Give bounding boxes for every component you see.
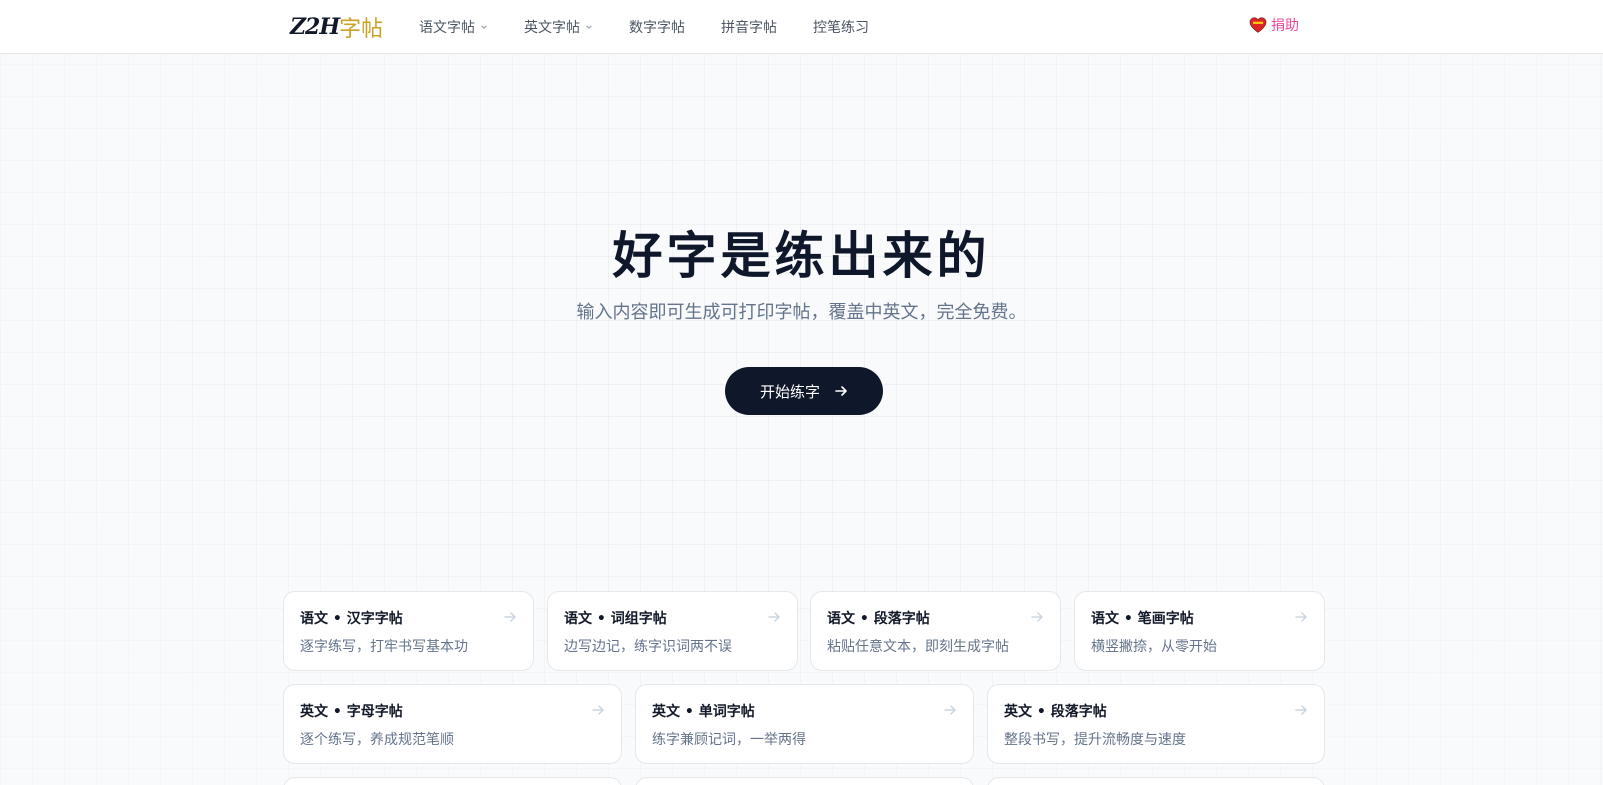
- cta-label: 开始练字: [759, 382, 820, 401]
- card-english-words[interactable]: 英文 • 单词字帖 练字兼顾记词，一举两得: [635, 684, 974, 764]
- nav-item-chinese[interactable]: 语文字帖: [419, 17, 488, 37]
- card-title: 语文 • 汉字字帖: [300, 611, 403, 627]
- card-partial[interactable]: [987, 777, 1325, 785]
- card-chinese-phrases[interactable]: 语文 • 词组字帖 边写边记，练字识词两不误: [547, 591, 798, 671]
- card-english-paragraphs[interactable]: 英文 • 段落字帖 整段书写，提升流畅度与速度: [987, 684, 1325, 764]
- main-nav: 语文字帖 英文字帖 数字字帖 拼音字帖 控笔练习: [419, 0, 905, 54]
- card-title: 英文 • 字母字帖: [300, 704, 403, 720]
- nav-item-label: 语文字帖: [419, 20, 475, 36]
- nav-item-pinyin[interactable]: 拼音字帖: [721, 17, 777, 37]
- site-logo[interactable]: Z2H 字帖: [290, 13, 384, 42]
- logo-mark: Z2H: [290, 14, 340, 40]
- card-description: 边写边记，练字识词两不误: [564, 639, 732, 655]
- card-chinese-paragraphs[interactable]: 语文 • 段落字帖 粘贴任意文本，即刻生成字帖: [810, 591, 1061, 671]
- top-navbar: Z2H 字帖 语文字帖 英文字帖 数字字帖 拼音字帖 控笔练习 捐助: [0, 0, 1603, 54]
- chevron-down-icon: [586, 25, 592, 29]
- card-partial[interactable]: [635, 777, 974, 785]
- card-description: 粘贴任意文本，即刻生成字帖: [827, 639, 1009, 655]
- arrow-right-icon: [944, 705, 956, 715]
- heart-icon: [1249, 17, 1267, 33]
- arrow-right-icon: [504, 612, 516, 622]
- nav-item-pen-control[interactable]: 控笔练习: [813, 17, 869, 37]
- card-description: 横竖撇捺，从零开始: [1091, 639, 1217, 655]
- start-practice-button[interactable]: 开始练字: [725, 367, 883, 415]
- nav-item-label: 控笔练习: [813, 20, 869, 36]
- card-title: 语文 • 段落字帖: [827, 611, 930, 627]
- chevron-down-icon: [481, 25, 487, 29]
- hero-subtitle: 输入内容即可生成可打印字帖，覆盖中英文，完全免费。: [576, 302, 1027, 323]
- nav-item-numbers[interactable]: 数字字帖: [629, 17, 685, 37]
- card-title: 英文 • 单词字帖: [652, 704, 755, 720]
- logo-suffix: 字帖: [339, 17, 384, 42]
- arrow-right-icon: [1295, 612, 1307, 622]
- arrow-right-icon: [1295, 705, 1307, 715]
- card-title: 语文 • 词组字帖: [564, 611, 667, 627]
- arrow-right-icon: [592, 705, 604, 715]
- nav-item-english[interactable]: 英文字帖: [524, 17, 593, 37]
- donate-label: 捐助: [1271, 18, 1299, 34]
- card-title: 英文 • 段落字帖: [1004, 704, 1107, 720]
- nav-item-label: 数字字帖: [629, 20, 685, 36]
- card-description: 逐字练写，打牢书写基本功: [300, 639, 468, 655]
- donate-link[interactable]: 捐助: [1249, 15, 1299, 35]
- card-partial[interactable]: [283, 777, 622, 785]
- hero-title: 好字是练出来的: [612, 227, 991, 285]
- card-description: 整段书写，提升流畅度与速度: [1004, 732, 1186, 748]
- card-chinese-strokes[interactable]: 语文 • 笔画字帖 横竖撇捺，从零开始: [1074, 591, 1325, 671]
- arrow-right-icon: [835, 386, 847, 396]
- nav-item-label: 拼音字帖: [721, 20, 777, 36]
- card-title: 语文 • 笔画字帖: [1091, 611, 1194, 627]
- card-english-letters[interactable]: 英文 • 字母字帖 逐个练写，养成规范笔顺: [283, 684, 622, 764]
- arrow-right-icon: [1031, 612, 1043, 622]
- arrow-right-icon: [768, 612, 780, 622]
- card-description: 练字兼顾记词，一举两得: [652, 732, 806, 748]
- card-chinese-characters[interactable]: 语文 • 汉字字帖 逐字练写，打牢书写基本功: [283, 591, 534, 671]
- nav-item-label: 英文字帖: [524, 20, 580, 36]
- page: Z2H 字帖 语文字帖 英文字帖 数字字帖 拼音字帖 控笔练习 捐助 好字是练出…: [0, 0, 1603, 785]
- card-description: 逐个练写，养成规范笔顺: [300, 732, 454, 748]
